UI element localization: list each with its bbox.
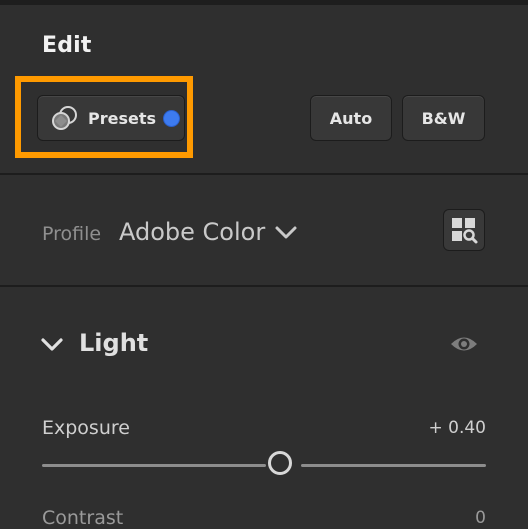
panel-top-edge	[0, 0, 528, 5]
divider	[0, 285, 528, 287]
profile-dropdown[interactable]: Adobe Color	[119, 218, 265, 246]
slider-track-right	[301, 464, 486, 467]
light-section-title[interactable]: Light	[79, 329, 148, 357]
exposure-label: Exposure	[42, 417, 130, 439]
chevron-down-icon[interactable]	[274, 224, 298, 242]
profile-browser-button[interactable]	[443, 209, 485, 251]
exposure-value[interactable]: + 0.40	[429, 418, 487, 438]
panel-title: Edit	[42, 33, 92, 58]
presets-label: Presets	[88, 108, 157, 128]
auto-button[interactable]: Auto	[310, 95, 392, 141]
bw-button[interactable]: B&W	[402, 95, 485, 141]
eye-icon[interactable]	[449, 333, 479, 355]
presets-indicator-dot	[164, 110, 180, 126]
contrast-value[interactable]: 0	[475, 508, 486, 528]
contrast-label: Contrast	[42, 507, 124, 529]
divider	[0, 173, 528, 175]
presets-button[interactable]: Presets	[37, 95, 185, 141]
profile-label: Profile	[42, 223, 102, 245]
presets-icon	[52, 106, 77, 130]
chevron-down-icon[interactable]	[40, 336, 64, 354]
grid-search-icon	[452, 218, 478, 244]
slider-track-left	[42, 464, 266, 467]
exposure-slider[interactable]	[42, 451, 486, 475]
exposure-slider-thumb[interactable]	[268, 451, 292, 475]
